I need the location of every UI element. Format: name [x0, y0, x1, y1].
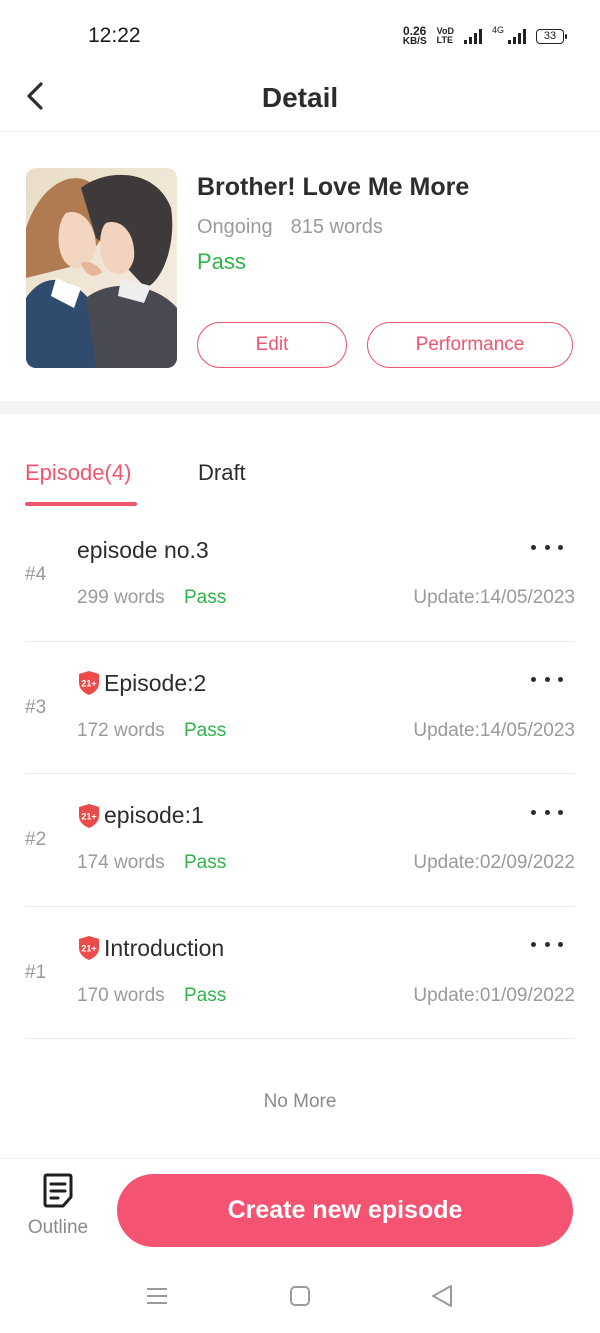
- performance-button[interactable]: Performance: [367, 322, 573, 368]
- age-rating-badge-icon: 21+: [79, 803, 99, 828]
- more-options-icon[interactable]: [531, 935, 563, 955]
- signal-strength-icon: [463, 28, 482, 44]
- section-separator: [0, 401, 600, 414]
- episode-number: #4: [25, 564, 47, 585]
- edit-button[interactable]: Edit: [197, 322, 347, 368]
- age-rating-text: 21+: [81, 679, 96, 689]
- age-rating-text: 21+: [81, 811, 96, 821]
- more-options-icon[interactable]: [531, 670, 563, 690]
- outline-button[interactable]: Outline: [22, 1173, 94, 1253]
- signal-strength-icon-2: [508, 28, 526, 44]
- episode-word-count: 174 words: [77, 852, 165, 873]
- episode-update-date: Update:02/09/2022: [413, 852, 575, 873]
- network-speed-unit: KB/S: [402, 36, 427, 47]
- book-state: Ongoing: [197, 216, 273, 238]
- network-type: 4G: [491, 25, 504, 35]
- status-icons: 0.26 KB/S VoD LTE 4G 33: [403, 25, 567, 47]
- episode-title-text: Episode:2: [104, 669, 207, 696]
- tab-draft[interactable]: Draft: [198, 460, 246, 486]
- episode-title: 21+ Episode:2: [77, 670, 206, 697]
- episode-word-count: 172 words: [77, 719, 165, 741]
- episode-word-count: 170 words: [77, 984, 165, 1006]
- status-time: 12:22: [88, 24, 141, 47]
- episode-title-text: Introduction: [104, 934, 225, 961]
- tab-episode[interactable]: Episode(4): [25, 460, 131, 486]
- episode-number: #2: [25, 829, 47, 850]
- more-options-icon[interactable]: [531, 537, 563, 557]
- more-options-icon[interactable]: [531, 802, 563, 822]
- age-rating-text: 21+: [81, 944, 96, 954]
- menu-icon[interactable]: [145, 1284, 169, 1308]
- active-tab-indicator: [25, 502, 137, 506]
- episode-title: 21+ Introduction: [77, 935, 224, 962]
- episode-title: 21+ episode:1: [77, 802, 204, 829]
- outline-label: Outline: [27, 1217, 89, 1238]
- list-end-text: No More: [263, 1091, 337, 1112]
- episode-number: #1: [25, 961, 47, 983]
- age-rating-badge-icon: 21+: [79, 936, 99, 960]
- episode-update-date: Update:14/05/2023: [413, 719, 575, 741]
- bottom-action-bar: Outline Create new episode: [0, 1158, 600, 1258]
- episode-update-date: Update:01/09/2022: [413, 984, 575, 1006]
- list-item[interactable]: #4 episode no.3 299 words Pass Update:14…: [25, 509, 575, 642]
- status-bar: 12:22 0.26 KB/S VoD LTE 4G 33: [0, 0, 600, 70]
- age-rating-badge-icon: 21+: [79, 671, 99, 695]
- back-triangle-icon[interactable]: [430, 1284, 454, 1308]
- book-info: Brother! Love Me More Ongoing 815 words …: [0, 133, 600, 401]
- volte-bottom: LTE: [436, 35, 453, 45]
- episode-word-count: 299 words: [77, 587, 165, 608]
- page-title: Detail: [261, 82, 339, 113]
- book-title: Brother! Love Me More: [197, 173, 470, 201]
- episode-number: #3: [25, 696, 47, 718]
- episode-update-date: Update:14/05/2023: [413, 587, 575, 608]
- episode-status: Pass: [184, 984, 227, 1006]
- create-new-episode-button[interactable]: Create new episode: [117, 1174, 573, 1247]
- book-cover[interactable]: [26, 168, 177, 368]
- app-header: Detail: [0, 70, 600, 132]
- list-item[interactable]: #1 21+ Introduction 170 words Pass Updat…: [25, 907, 575, 1039]
- system-navigation-bar: [0, 1262, 600, 1333]
- outline-document-icon: [43, 1173, 73, 1208]
- episode-status: Pass: [184, 852, 227, 873]
- book-meta: Ongoing 815 words: [197, 216, 383, 239]
- book-status: Pass: [197, 249, 246, 274]
- episode-title: episode no.3: [77, 537, 209, 564]
- episode-title-text: episode no.3: [77, 537, 209, 563]
- network-speed: 0.26 KB/S: [403, 25, 427, 47]
- book-cover-illustration: [26, 168, 177, 368]
- volte-icon: VoD LTE: [437, 27, 454, 45]
- list-item[interactable]: #3 21+ Episode:2 172 words Pass Update:1…: [25, 642, 575, 774]
- episode-title-text: episode:1: [104, 802, 204, 828]
- episode-list: #4 episode no.3 299 words Pass Update:14…: [25, 509, 575, 1039]
- list-item[interactable]: #2 21+ episode:1 174 words Pass Update:0…: [25, 774, 575, 907]
- episode-status: Pass: [184, 719, 227, 741]
- home-icon[interactable]: [289, 1284, 311, 1308]
- tab-bar: Episode(4) Draft: [0, 414, 600, 509]
- battery-icon: 33: [536, 28, 567, 44]
- book-word-count: 815 words: [290, 216, 383, 238]
- episode-status: Pass: [184, 587, 227, 608]
